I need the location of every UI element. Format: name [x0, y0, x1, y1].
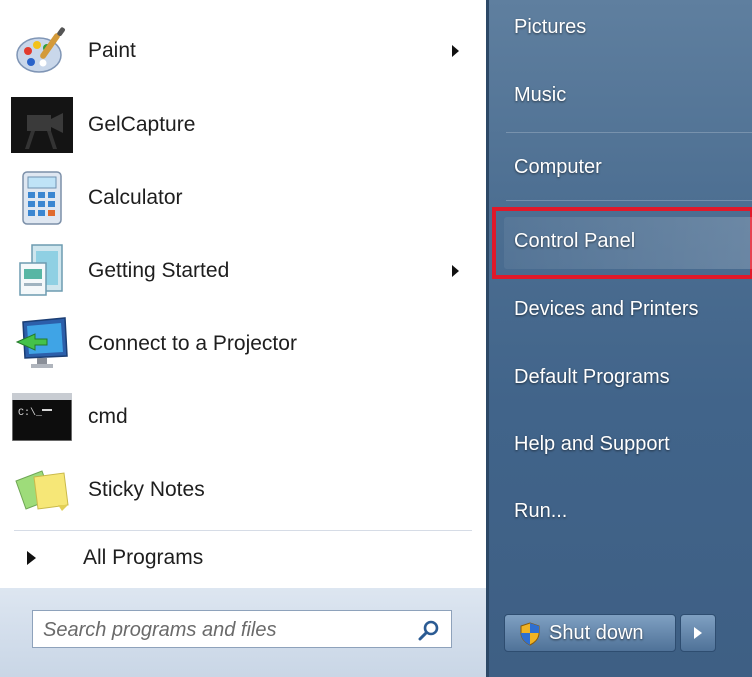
- expand-arrow-icon: [27, 551, 36, 565]
- shutdown-button[interactable]: Shut down: [504, 614, 676, 652]
- all-programs-label: All Programs: [83, 546, 204, 569]
- menu-separator: [506, 132, 752, 133]
- start-menu-left-pane: Paint GelCapture Calculator Getting Star…: [0, 0, 486, 677]
- camera-icon: [10, 97, 74, 153]
- program-item-calculator[interactable]: Calculator: [0, 165, 486, 231]
- all-programs-item[interactable]: All Programs: [0, 536, 486, 582]
- program-label: Sticky Notes: [88, 478, 205, 501]
- svg-text:C:\_: C:\_: [18, 407, 43, 419]
- submenu-arrow-icon[interactable]: [452, 45, 459, 57]
- program-item-cmd[interactable]: C:\_ cmd: [0, 384, 486, 450]
- getting-started-icon: [10, 243, 74, 299]
- program-label: Paint: [88, 39, 136, 62]
- menu-separator: [506, 200, 752, 201]
- search-area: [0, 588, 486, 677]
- program-item-connect-projector[interactable]: Connect to a Projector: [0, 311, 486, 377]
- arrow-right-icon: [694, 627, 702, 639]
- menu-item-devices-printers[interactable]: Devices and Printers: [514, 298, 699, 321]
- projector-icon: [10, 316, 74, 372]
- program-label: cmd: [88, 405, 128, 428]
- program-label: Connect to a Projector: [88, 332, 297, 355]
- menu-item-music[interactable]: Music: [514, 84, 566, 107]
- program-item-getting-started[interactable]: Getting Started: [0, 238, 486, 304]
- menu-item-control-panel[interactable]: Control Panel: [514, 230, 635, 253]
- search-icon[interactable]: [417, 618, 441, 642]
- menu-item-computer[interactable]: Computer: [514, 156, 602, 179]
- program-label: GelCapture: [88, 113, 196, 136]
- search-input[interactable]: [41, 615, 405, 645]
- menu-item-help-support[interactable]: Help and Support: [514, 433, 670, 456]
- program-label: Calculator: [88, 186, 183, 209]
- start-menu-right-pane: Pictures Music Computer Control Panel De…: [486, 0, 752, 677]
- shutdown-options-button[interactable]: [680, 614, 716, 652]
- program-label: Getting Started: [88, 259, 230, 282]
- submenu-arrow-icon[interactable]: [452, 265, 459, 277]
- paint-icon: [10, 23, 74, 79]
- menu-item-run[interactable]: Run...: [514, 500, 567, 523]
- cmd-icon: C:\_: [10, 389, 74, 445]
- menu-item-default-programs[interactable]: Default Programs: [514, 366, 670, 389]
- shield-icon: [520, 622, 540, 646]
- program-item-sticky-notes[interactable]: Sticky Notes: [0, 457, 486, 523]
- shutdown-label: Shut down: [549, 622, 644, 644]
- sticky-notes-icon: [10, 462, 74, 518]
- program-item-gelcapture[interactable]: GelCapture: [0, 92, 486, 158]
- menu-item-pictures[interactable]: Pictures: [514, 16, 586, 39]
- divider: [14, 530, 472, 531]
- program-item-paint[interactable]: Paint: [0, 18, 486, 84]
- search-box[interactable]: [32, 610, 452, 648]
- calculator-icon: [10, 170, 74, 226]
